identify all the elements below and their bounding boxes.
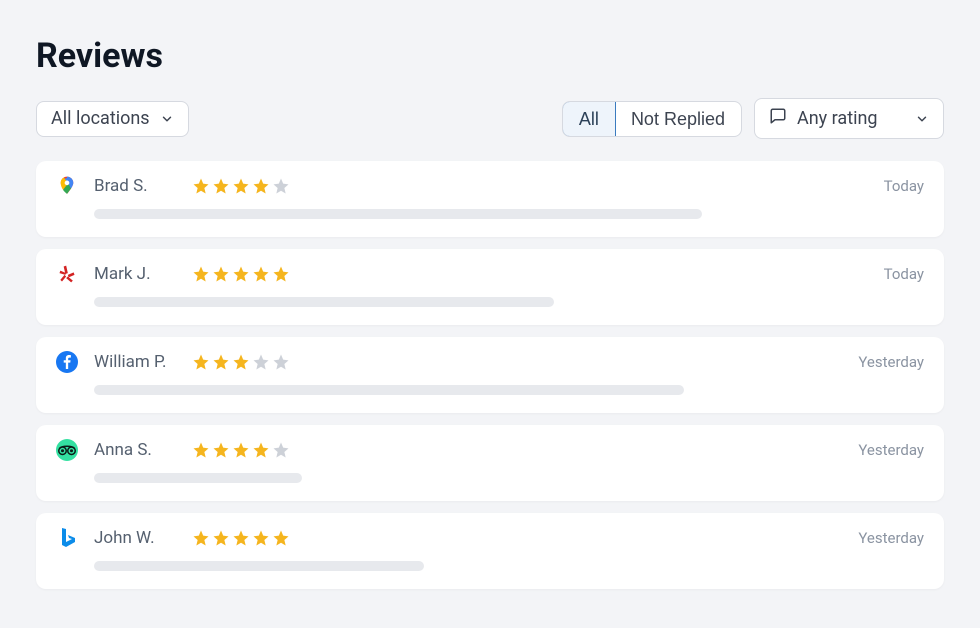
facebook-icon xyxy=(56,351,78,373)
star-icon xyxy=(272,265,290,283)
star-rating xyxy=(192,529,290,547)
review-time: Today xyxy=(884,177,924,195)
review-card[interactable]: Anna S. Yesterday xyxy=(36,425,944,501)
star-icon xyxy=(192,529,210,547)
star-icon xyxy=(192,177,210,195)
tab-all[interactable]: All xyxy=(562,101,616,137)
star-icon xyxy=(192,441,210,459)
star-icon xyxy=(192,353,210,371)
star-icon xyxy=(272,353,290,371)
star-icon xyxy=(252,529,270,547)
review-header: Brad S. Today xyxy=(56,175,924,197)
review-header: Anna S. Yesterday xyxy=(56,439,924,461)
review-body-placeholder xyxy=(94,209,702,219)
star-rating xyxy=(192,265,290,283)
review-card[interactable]: William P. Yesterday xyxy=(36,337,944,413)
filters-row: All locations All Not Replied Any rating xyxy=(36,98,944,139)
chevron-down-icon xyxy=(915,112,929,126)
review-time: Yesterday xyxy=(858,353,924,371)
reviewer-name: Anna S. xyxy=(94,440,176,460)
star-icon xyxy=(272,529,290,547)
star-icon xyxy=(232,441,250,459)
star-icon xyxy=(192,265,210,283)
star-icon xyxy=(232,353,250,371)
star-icon xyxy=(232,265,250,283)
review-header: William P. Yesterday xyxy=(56,351,924,373)
review-header: John W. Yesterday xyxy=(56,527,924,549)
location-filter-dropdown[interactable]: All locations xyxy=(36,101,189,137)
star-icon xyxy=(252,441,270,459)
page-title: Reviews xyxy=(36,36,944,76)
star-icon xyxy=(212,441,230,459)
google-icon xyxy=(56,175,78,197)
star-icon xyxy=(252,177,270,195)
reviewer-name: William P. xyxy=(94,352,176,372)
review-time: Yesterday xyxy=(858,529,924,547)
rating-filter-label: Any rating xyxy=(797,108,878,129)
star-icon xyxy=(212,353,230,371)
review-card[interactable]: Mark J. Today xyxy=(36,249,944,325)
star-icon xyxy=(272,177,290,195)
star-icon xyxy=(252,353,270,371)
message-icon xyxy=(769,107,787,130)
review-time: Yesterday xyxy=(858,441,924,459)
review-time: Today xyxy=(884,265,924,283)
review-card[interactable]: John W. Yesterday xyxy=(36,513,944,589)
reviewer-name: John W. xyxy=(94,528,176,548)
tab-not-replied[interactable]: Not Replied xyxy=(615,102,741,136)
review-header: Mark J. Today xyxy=(56,263,924,285)
star-icon xyxy=(272,441,290,459)
tripadvisor-icon xyxy=(56,439,78,461)
review-body-placeholder xyxy=(94,385,684,395)
star-rating xyxy=(192,177,290,195)
star-icon xyxy=(212,265,230,283)
review-body-placeholder xyxy=(94,473,302,483)
star-icon xyxy=(232,177,250,195)
review-list: Brad S. Today Mark J. Today William P. Y… xyxy=(36,161,944,589)
star-icon xyxy=(252,265,270,283)
review-body-placeholder xyxy=(94,297,554,307)
rating-filter-dropdown[interactable]: Any rating xyxy=(754,98,944,139)
yelp-icon xyxy=(56,263,78,285)
bing-icon xyxy=(56,527,78,549)
star-rating xyxy=(192,353,290,371)
star-icon xyxy=(232,529,250,547)
location-filter-label: All locations xyxy=(51,110,150,128)
review-body-placeholder xyxy=(94,561,424,571)
star-rating xyxy=(192,441,290,459)
star-icon xyxy=(212,529,230,547)
reviewer-name: Mark J. xyxy=(94,264,176,284)
reviewer-name: Brad S. xyxy=(94,176,176,196)
review-card[interactable]: Brad S. Today xyxy=(36,161,944,237)
chevron-down-icon xyxy=(160,112,174,126)
reply-filter-tabs: All Not Replied xyxy=(562,101,742,137)
star-icon xyxy=(212,177,230,195)
